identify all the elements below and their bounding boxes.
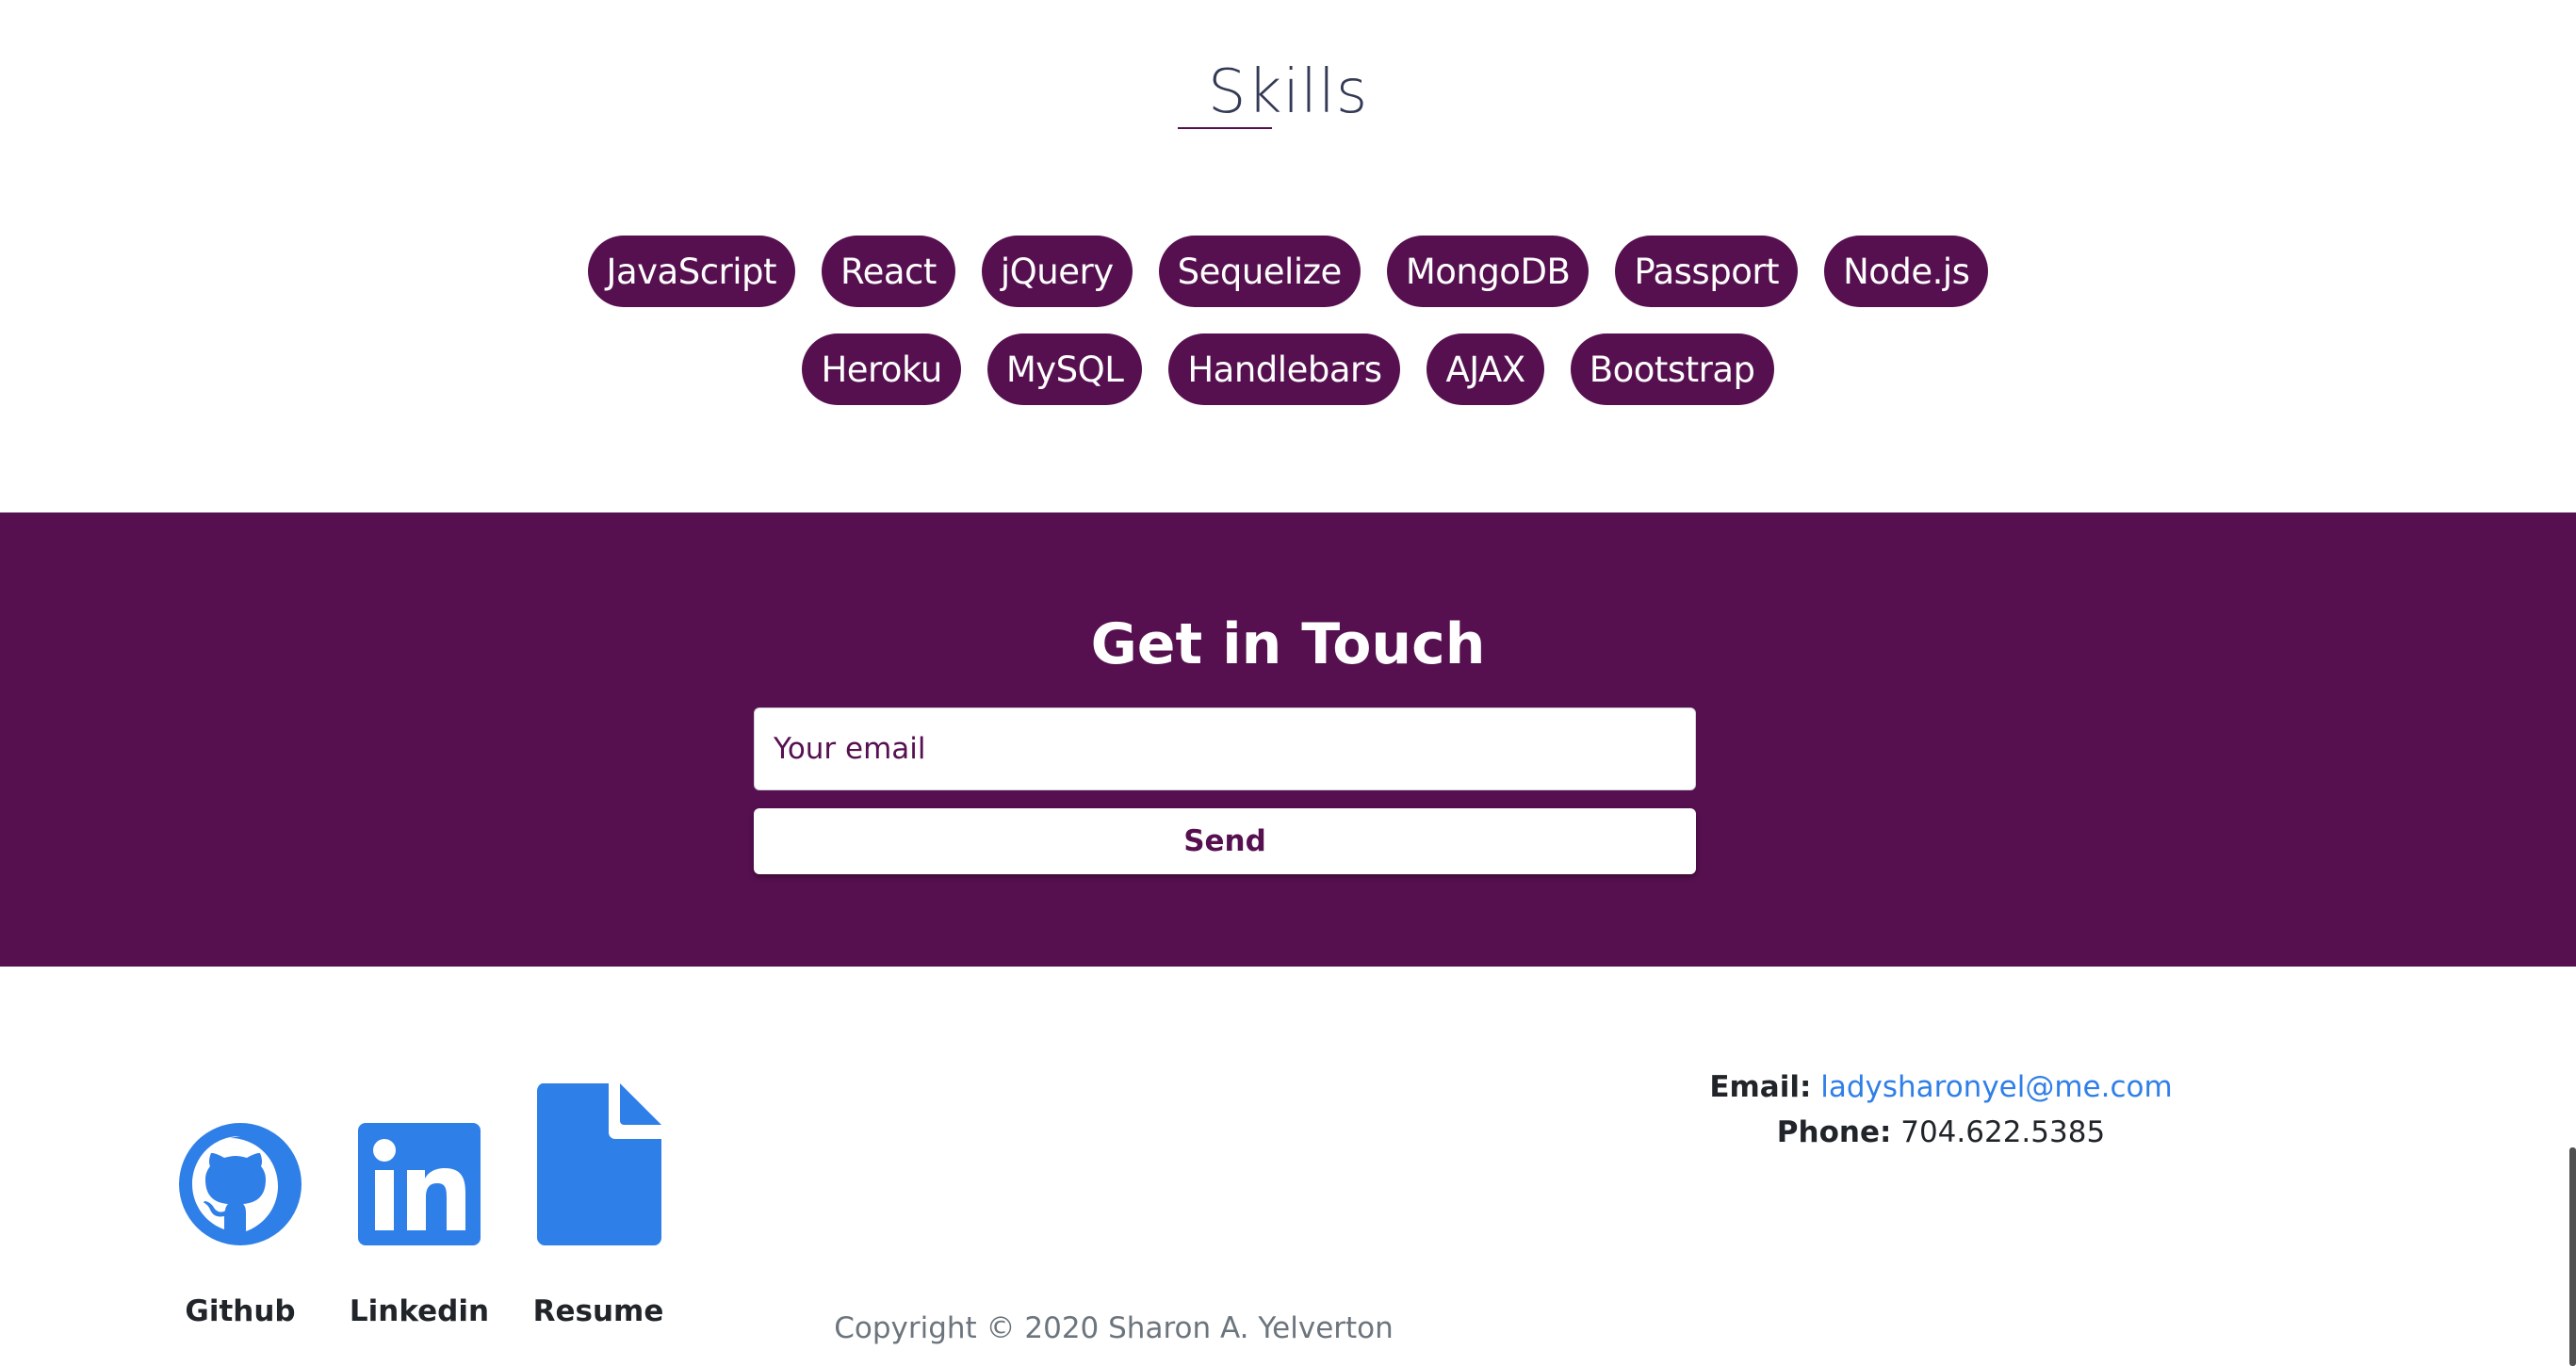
resume-link[interactable]: Resume <box>518 1080 678 1343</box>
send-button[interactable]: Send <box>754 808 1696 874</box>
email-input[interactable] <box>754 707 1696 790</box>
skill-badge-mysql: MySQL <box>986 333 1143 405</box>
email-label: Email: <box>1709 1070 1812 1104</box>
page-scrollbar[interactable] <box>2569 1147 2576 1366</box>
skill-badge-nodejs: Node.js <box>1824 236 1989 307</box>
skill-badge-mongodb: MongoDB <box>1386 236 1590 307</box>
email-line: Email: ladysharonyel@me.com <box>1602 1065 2280 1110</box>
skill-badge-passport: Passport <box>1615 236 1799 307</box>
copyright-text: Copyright © 2020 Sharon A. Yelverton <box>834 1311 1394 1345</box>
skill-badge-jquery: jQuery <box>981 236 1133 307</box>
phone-label: Phone: <box>1776 1115 1892 1149</box>
linkedin-icon <box>358 1123 481 1245</box>
skill-badge-heroku: Heroku <box>802 333 961 405</box>
skill-badge-bootstrap: Bootstrap <box>1570 333 1774 405</box>
skill-badge-javascript: JavaScript <box>587 236 796 307</box>
email-link[interactable]: ladysharonyel@me.com <box>1820 1070 2172 1104</box>
skill-badge-sequelize: Sequelize <box>1158 236 1361 307</box>
github-link[interactable]: Github <box>160 1080 320 1343</box>
footer: Github Linkedin Resume Email: ladysharon… <box>0 967 2576 1366</box>
skill-badge-handlebars: Handlebars <box>1168 333 1401 405</box>
contact-info: Email: ladysharonyel@me.com Phone: 704.6… <box>1602 1065 2280 1155</box>
skills-section: Skills JavaScript React jQuery Sequelize… <box>0 0 2576 512</box>
github-icon <box>179 1123 302 1245</box>
phone-line: Phone: 704.622.5385 <box>1602 1110 2280 1155</box>
document-icon <box>537 1083 661 1245</box>
skill-badge-react: React <box>822 236 955 307</box>
linkedin-link[interactable]: Linkedin <box>339 1080 499 1343</box>
contact-title: Get in Touch <box>1090 611 1486 677</box>
contact-section: Get in Touch Send <box>0 512 2576 967</box>
skill-badge-ajax: AJAX <box>1427 333 1544 405</box>
phone-value: 704.622.5385 <box>1900 1115 2106 1149</box>
skills-row-1: JavaScript React jQuery Sequelize MongoD… <box>0 236 2576 307</box>
skills-row-2: Heroku MySQL Handlebars AJAX Bootstrap <box>0 333 2576 405</box>
skills-title-underline <box>1178 127 1272 129</box>
skills-title: Skills <box>1207 57 1369 127</box>
